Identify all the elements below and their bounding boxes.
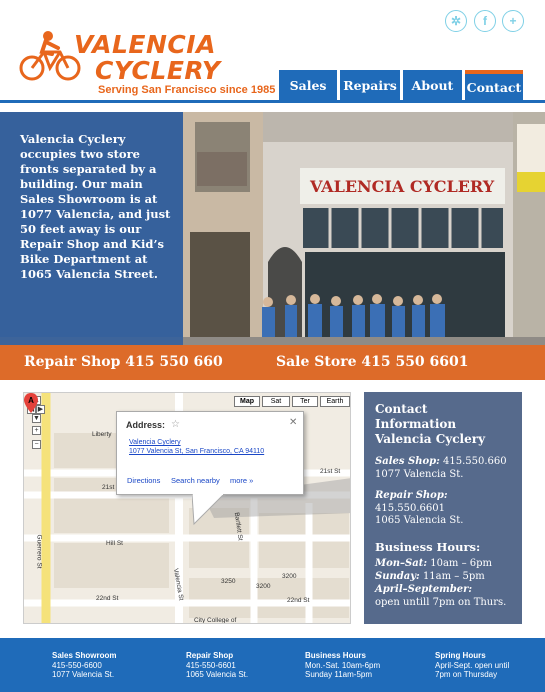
street-label: 21st St — [320, 468, 341, 475]
footer-line: Mon.-Sat. 10am-6pm — [305, 660, 381, 670]
street-label: Hill St — [106, 540, 123, 547]
hours-label: Sunday: — [375, 570, 420, 582]
map-info-window: Address: ☆ ✕ Valencia Cyclery 1077 Valen… — [116, 411, 304, 495]
marker-label: A — [28, 396, 34, 405]
nav-repairs[interactable]: Repairs — [340, 70, 400, 100]
popup-title: Address: — [126, 420, 166, 430]
logo-name-line2: CYCLERY — [95, 56, 221, 85]
popup-address-link[interactable]: 1077 Valencia St, San Francisco, CA 9411… — [129, 448, 264, 455]
facebook-icon[interactable]: f — [474, 10, 496, 32]
street-number: 3200 — [282, 573, 297, 580]
nav-about[interactable]: About — [403, 70, 462, 100]
hours-value: open untill 7pm on Thurs. — [375, 596, 507, 608]
hours-label: Mon–Sat: — [375, 557, 428, 569]
footer-line[interactable]: 415-550-6600 — [52, 661, 116, 671]
street-label: Guerrero St — [35, 534, 43, 569]
street-label: City College of — [194, 617, 237, 624]
footer-sales-showroom: Sales Showroom 415-550-6600 1077 Valenci… — [52, 651, 116, 680]
site-header: VALENCIA CYCLERY Serving San Francisco s… — [0, 0, 545, 112]
logo-name-line1: VALENCIA — [74, 30, 216, 59]
close-icon[interactable]: ✕ — [289, 417, 297, 428]
repair-shop-phone[interactable]: 415.550.6601 — [375, 503, 445, 514]
popup-business-link[interactable]: Valencia Cyclery — [129, 439, 181, 446]
sales-shop-info: Sales Shop: 415.550.660 1077 Valencia St… — [375, 456, 511, 481]
footer-repair-shop: Repair Shop 415-550-6601 1065 Valencia S… — [186, 651, 248, 680]
map-type-map[interactable]: Map — [234, 396, 260, 407]
repair-phone[interactable]: Repair Shop 415 550 660 — [24, 354, 223, 370]
star-icon[interactable]: ☆ — [171, 419, 180, 430]
footer-line: 1065 Valencia St. — [186, 670, 249, 679]
footer-spring-hours: Spring Hours April-Sept. open until 7pm … — [435, 651, 509, 680]
hours-label: April–September: — [375, 583, 473, 595]
contact-title: Contact Information Valencia Cyclery — [375, 402, 486, 446]
street-number: 3200 — [256, 583, 271, 590]
hours-list: Mon–Sat: 10am – 6pm Sunday: 11am – 5pm A… — [375, 557, 511, 609]
street-label: 22nd St — [287, 597, 310, 604]
footer-line: Sunday 11am-5pm — [305, 670, 372, 679]
street-number: 3250 — [221, 578, 236, 585]
hero-section: VALENCIA CYCLERY Valencia Cyclery occupi… — [0, 112, 545, 380]
map-marker-icon[interactable]: A — [24, 393, 38, 413]
street-label: Liberty — [92, 431, 112, 438]
map-type-terrain[interactable]: Ter — [292, 396, 318, 407]
sales-shop-phone[interactable]: 415.550.660 — [443, 456, 507, 467]
footer-line: April-Sept. open until — [435, 660, 510, 670]
sales-shop-label: Sales Shop: — [375, 456, 440, 467]
search-nearby-link[interactable]: Search nearby — [171, 476, 220, 485]
location-map[interactable]: ▲ ◀ ▶ ▼ + − Map Sat Ter Earth Liberty 21… — [23, 392, 351, 624]
main-nav: Sales Repairs About Contact — [279, 70, 523, 100]
footer-line: 7pm on Thursday — [435, 670, 498, 679]
more-link[interactable]: more » — [230, 476, 253, 485]
footer-line: 1077 Valencia St. — [52, 670, 115, 679]
gear-icon[interactable]: ✲ — [445, 10, 467, 32]
footer-business-hours: Business Hours Mon.-Sat. 10am-6pm Sunday… — [305, 651, 380, 680]
footer-column-title: Repair Shop — [186, 651, 234, 660]
map-type-satellite[interactable]: Sat — [262, 396, 290, 407]
footer-column-title: Sales Showroom — [52, 651, 117, 660]
site-logo[interactable]: VALENCIA CYCLERY Serving San Francisco s… — [18, 28, 275, 100]
zoom-in-icon[interactable]: + — [32, 426, 41, 435]
popup-tail — [192, 494, 225, 526]
plus-icon[interactable]: + — [502, 10, 524, 32]
street-label: 21st — [102, 484, 115, 491]
map-type-earth[interactable]: Earth — [320, 396, 350, 407]
footer-column-title: Business Hours — [305, 651, 366, 660]
sales-shop-address: 1077 Valencia St. — [375, 468, 464, 480]
pan-down-icon[interactable]: ▼ — [32, 414, 41, 423]
nav-sales[interactable]: Sales — [279, 70, 337, 100]
hero-intro-text: Valencia Cyclery occupies two store fron… — [20, 132, 171, 281]
hours-value: 10am – 6pm — [430, 557, 492, 569]
hours-value: 11am – 5pm — [422, 570, 485, 582]
hours-title: Business Hours: — [375, 539, 481, 554]
nav-contact[interactable]: Contact — [465, 70, 523, 100]
storefront-sign: VALENCIA CYCLERY — [309, 177, 495, 196]
directions-link[interactable]: Directions — [127, 476, 160, 485]
footer-column-title: Spring Hours — [435, 651, 486, 660]
street-label: 22nd St — [96, 595, 119, 602]
repair-shop-info: Repair Shop: 415.550.6601 1065 Valencia … — [375, 490, 511, 528]
footer-line[interactable]: 415-550-6601 — [186, 661, 248, 671]
contact-panel: Contact Information Valencia Cyclery Sal… — [364, 392, 522, 624]
repair-shop-address: 1065 Valencia St. — [375, 515, 464, 526]
header-divider — [0, 100, 545, 103]
logo-tagline: Serving San Francisco since 1985 — [98, 84, 276, 96]
repair-shop-label: Repair Shop: — [375, 490, 448, 501]
sale-phone[interactable]: Sale Store 415 550 6601 — [276, 354, 469, 370]
site-footer: Sales Showroom 415-550-6600 1077 Valenci… — [0, 638, 545, 692]
zoom-out-icon[interactable]: − — [32, 440, 41, 449]
